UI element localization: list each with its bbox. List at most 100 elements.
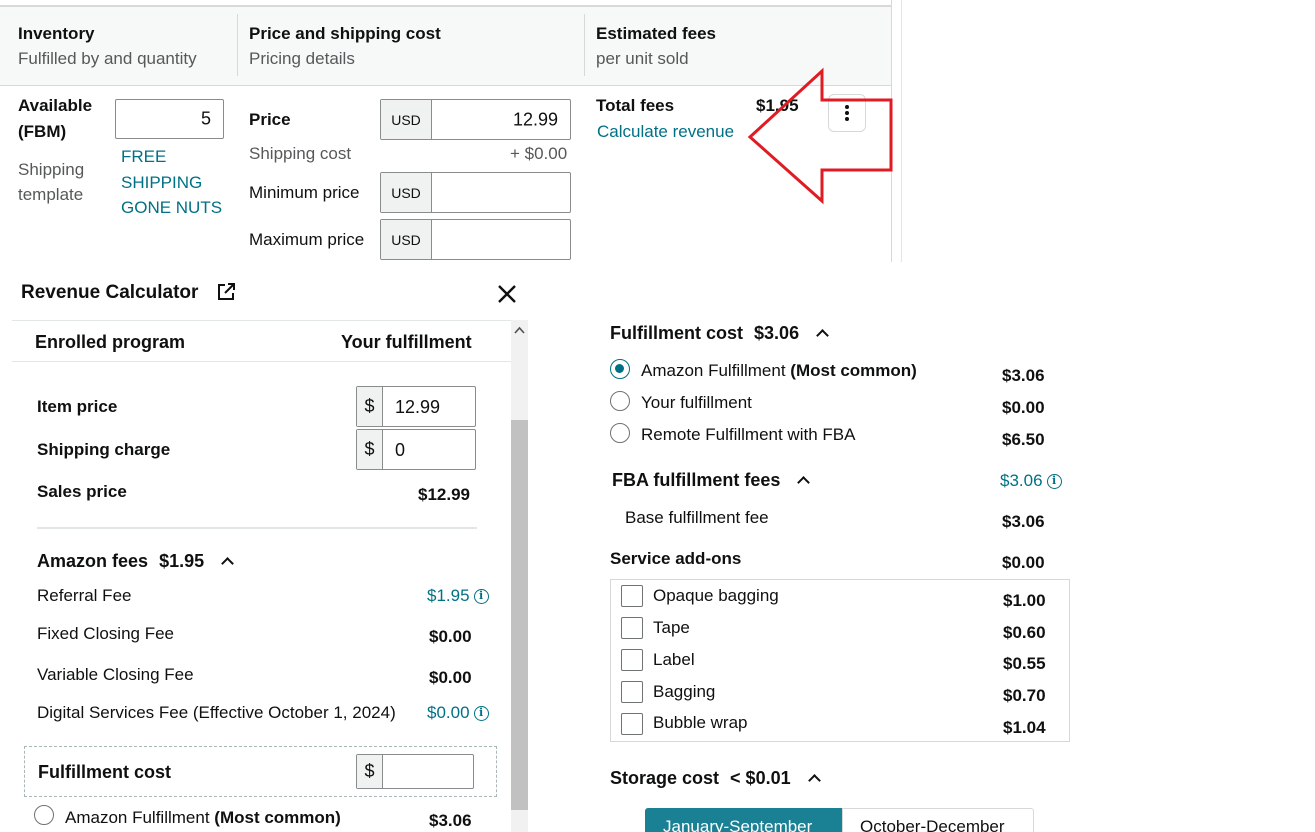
chevron-up-icon <box>807 774 821 787</box>
fulfillment-cost-value: $3.06 <box>754 323 800 343</box>
shipping-cost-label: Shipping cost <box>249 144 352 163</box>
addon-bubble-wrap-label: Bubble wrap <box>653 713 748 732</box>
addon-label-label: Label <box>653 650 695 669</box>
calculator-scrollbar-thumb[interactable] <box>511 420 528 810</box>
addons-title: Service add-ons <box>610 549 742 568</box>
min-price-input[interactable]: USD <box>380 172 571 213</box>
opaque-bagging-checkbox[interactable] <box>621 585 643 607</box>
fba-fees-header[interactable]: FBA fulfillment fees <box>612 470 811 491</box>
shipping-template-link-1[interactable]: FREE <box>121 147 166 167</box>
min-price-label: Minimum price <box>249 183 360 202</box>
addon-tape-value: $0.60 <box>1003 623 1046 642</box>
storage-tab-jan-sep[interactable]: January-September <box>645 808 842 832</box>
addon-tape-label: Tape <box>653 618 690 637</box>
shipping-template-label: Shipping <box>18 160 85 179</box>
fixed-closing-value: $0.00 <box>429 627 472 646</box>
storage-tab-oct-dec[interactable]: October-December <box>842 808 1034 832</box>
shipping-template-link-3[interactable]: GONE NUTS <box>121 198 222 218</box>
header-fees-title: Estimated fees <box>596 24 716 43</box>
fulfillment-cost-currency: $ <box>357 755 383 788</box>
shipping-template-label-2: template <box>18 185 84 204</box>
digital-services-label: Digital Services Fee (Effective October … <box>37 703 396 722</box>
sales-price-value: $12.99 <box>418 485 470 504</box>
header-inventory-title: Inventory <box>18 24 95 43</box>
scroll-up-icon[interactable] <box>513 324 526 336</box>
info-icon[interactable]: i <box>473 589 489 604</box>
amazon-fulfillment-radio-selected[interactable] <box>610 359 630 379</box>
price-currency: USD <box>381 100 432 139</box>
header-inventory-subtitle: Fulfilled by and quantity <box>18 49 197 68</box>
option-amazon-fulfillment-value: $3.06 <box>1002 366 1045 385</box>
fba-fees-value-wrap: $3.06 i <box>1000 471 1062 491</box>
calculator-title: Revenue Calculator <box>21 282 199 303</box>
calculate-revenue-link[interactable]: Calculate revenue <box>597 122 734 142</box>
fba-fees-title: FBA fulfillment fees <box>612 470 781 490</box>
storage-cost-header[interactable]: Storage cost < $0.01 <box>610 768 821 789</box>
sales-divider <box>37 527 477 529</box>
fixed-closing-label: Fixed Closing Fee <box>37 624 175 643</box>
close-icon[interactable] <box>496 283 518 305</box>
amazon-fulfillment-option: Amazon Fulfillment (Most common) <box>65 808 341 828</box>
info-icon[interactable]: i <box>1046 474 1062 489</box>
amazon-fees-value: $1.95 <box>159 551 205 571</box>
quantity-value: 5 <box>200 108 211 129</box>
item-price-input[interactable]: $ 12.99 <box>356 386 476 427</box>
calculator-header-divider <box>12 361 511 362</box>
shipping-template-link-2[interactable]: SHIPPING <box>121 173 202 193</box>
fba-fees-value: $3.06 <box>1000 471 1043 490</box>
base-fee-label: Base fulfillment fee <box>625 508 769 527</box>
option-amazon-fulfillment: Amazon Fulfillment (Most common) <box>641 361 917 381</box>
amazon-fulfillment-radio[interactable] <box>34 805 54 825</box>
total-fees-label: Total fees <box>596 96 675 115</box>
header-fees-subtitle: per unit sold <box>596 49 689 68</box>
fulfillment-cost-label: Fulfillment cost <box>38 762 172 782</box>
calculator-top-divider <box>12 320 511 321</box>
digital-services-value: $0.00 <box>427 703 470 722</box>
option-amazon-fulfillment-tag: (Most common) <box>790 361 917 380</box>
fulfillment-cost-input[interactable]: $ <box>356 754 474 789</box>
max-price-input[interactable]: USD <box>380 219 571 260</box>
fulfillment-cost-header[interactable]: Fulfillment cost $3.06 <box>610 323 829 344</box>
addon-bagging-label: Bagging <box>653 682 716 701</box>
max-price-currency: USD <box>381 220 432 259</box>
your-fulfillment-radio[interactable] <box>610 391 630 411</box>
option-remote-fulfillment-label: Remote Fulfillment with FBA <box>641 425 856 444</box>
amazon-fulfillment-value: $3.06 <box>429 811 472 830</box>
shipping-charge-label: Shipping charge <box>37 440 171 459</box>
fulfillment-cost-title: Fulfillment cost <box>610 323 744 343</box>
tape-checkbox[interactable] <box>621 617 643 639</box>
bubble-wrap-checkbox[interactable] <box>621 713 643 735</box>
available-label-fbm: (FBM) <box>18 122 67 141</box>
col-divider-1 <box>237 14 238 76</box>
item-price-label: Item price <box>37 397 118 416</box>
chevron-up-icon <box>221 557 234 570</box>
header-price-subtitle: Pricing details <box>249 49 355 68</box>
label-checkbox[interactable] <box>621 649 643 671</box>
external-link-icon[interactable] <box>216 282 236 302</box>
bagging-checkbox[interactable] <box>621 681 643 703</box>
addon-label-value: $0.55 <box>1003 654 1046 673</box>
most-common-tag: (Most common) <box>214 808 341 827</box>
digital-services-value-wrap: $0.00 i <box>427 703 489 723</box>
min-price-currency: USD <box>381 173 432 212</box>
amazon-fulfillment-label: Amazon Fulfillment <box>65 808 210 827</box>
shipping-charge-input[interactable]: $ 0 <box>356 429 476 470</box>
addon-opaque-bagging-value: $1.00 <box>1003 591 1046 610</box>
col-your-fulfillment: Your fulfillment <box>341 332 472 352</box>
option-your-fulfillment-value: $0.00 <box>1002 398 1045 417</box>
chevron-up-icon <box>797 476 811 489</box>
price-label: Price <box>249 110 291 129</box>
quantity-input[interactable]: 5 <box>115 99 224 139</box>
referral-fee-label: Referral Fee <box>37 586 132 605</box>
amazon-fees-title[interactable]: Amazon fees $1.95 <box>37 551 234 572</box>
info-icon[interactable]: i <box>473 706 489 721</box>
variable-closing-value: $0.00 <box>429 668 472 687</box>
storage-tab-oct-dec-label: October-December <box>860 817 1005 832</box>
option-amazon-fulfillment-label: Amazon Fulfillment <box>641 361 786 380</box>
col-divider-2 <box>584 14 585 76</box>
option-remote-fulfillment-value: $6.50 <box>1002 430 1045 449</box>
remote-fulfillment-radio[interactable] <box>610 423 630 443</box>
referral-fee-value: $1.95 <box>427 586 470 605</box>
storage-cost-title: Storage cost <box>610 768 720 788</box>
price-input[interactable]: USD 12.99 <box>380 99 571 140</box>
